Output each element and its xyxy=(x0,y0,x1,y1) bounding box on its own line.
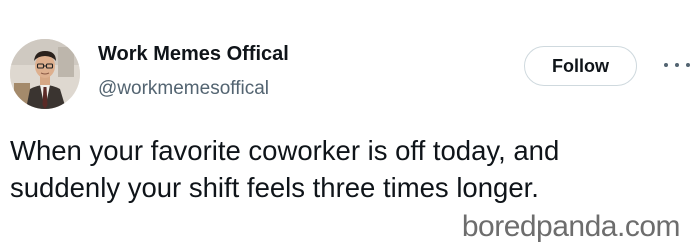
more-dot xyxy=(686,63,690,67)
more-dots-icon[interactable] xyxy=(664,58,690,72)
author-name[interactable]: Work Memes Offical xyxy=(98,41,289,67)
tweet-text-line-1: When your favorite coworker is off today… xyxy=(10,135,560,166)
more-dot xyxy=(675,63,679,67)
author-handle[interactable]: @workmemesoffical xyxy=(98,77,269,101)
more-dot xyxy=(664,63,668,67)
tweet-text-line-2: suddenly your shift feels three times lo… xyxy=(10,172,539,203)
avatar-photo-icon xyxy=(10,39,80,109)
watermark: boredpanda.com xyxy=(461,210,681,243)
tweet-card: Work Memes Offical @workmemesoffical Fol… xyxy=(0,0,700,252)
follow-button[interactable]: Follow xyxy=(524,46,637,86)
tweet-text: When your favorite coworker is off today… xyxy=(10,132,690,206)
avatar[interactable] xyxy=(10,39,80,109)
